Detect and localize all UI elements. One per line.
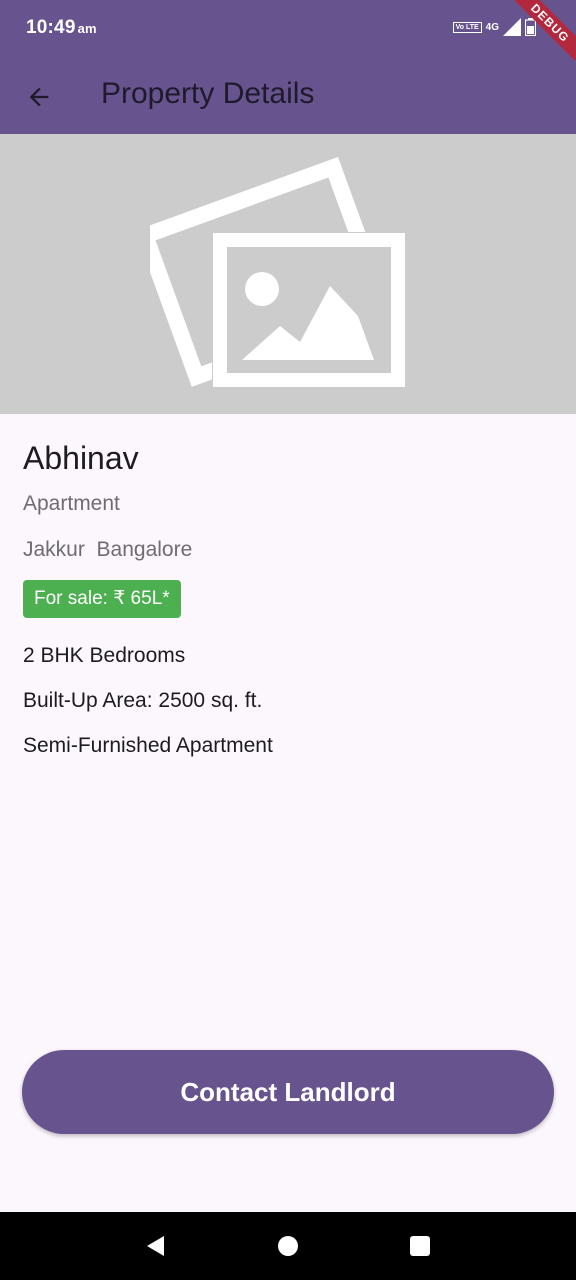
system-nav-bar <box>0 1212 576 1280</box>
arrow-back-icon <box>29 87 49 107</box>
furnishing-text: Semi-Furnished Apartment <box>23 734 273 757</box>
volte-icon: Vo LTE <box>452 21 482 33</box>
bedrooms-text: 2 BHK Bedrooms <box>23 644 186 667</box>
network-type: 4G <box>485 21 499 33</box>
status-bar: 10:49 am Vo LTE 4G DEBUG <box>0 0 576 72</box>
status-time: 10:49 am <box>26 17 97 39</box>
owner-name: Abhinav <box>23 440 139 476</box>
property-type: Apartment <box>23 492 120 515</box>
contact-landlord-button[interactable]: Contact Landlord <box>22 1050 554 1134</box>
recents-square-icon[interactable] <box>408 1234 432 1258</box>
status-ampm: am <box>77 21 97 36</box>
app-bar: Property Details <box>0 60 576 134</box>
property-image <box>0 134 576 414</box>
page-title: Property Details <box>101 77 315 110</box>
image-placeholder-icon <box>150 156 406 388</box>
back-button[interactable] <box>20 78 58 116</box>
status-icons: Vo LTE 4G <box>452 18 536 36</box>
price-badge: For sale: ₹ 65L* <box>23 580 181 618</box>
property-location: Jakkur Bangalore <box>23 538 193 561</box>
built-up-area-text: Built-Up Area: 2500 sq. ft. <box>23 689 263 712</box>
back-triangle-icon[interactable] <box>144 1234 168 1258</box>
home-circle-icon[interactable] <box>276 1234 300 1258</box>
status-clock: 10:49 <box>26 17 76 38</box>
signal-icon <box>503 18 521 36</box>
